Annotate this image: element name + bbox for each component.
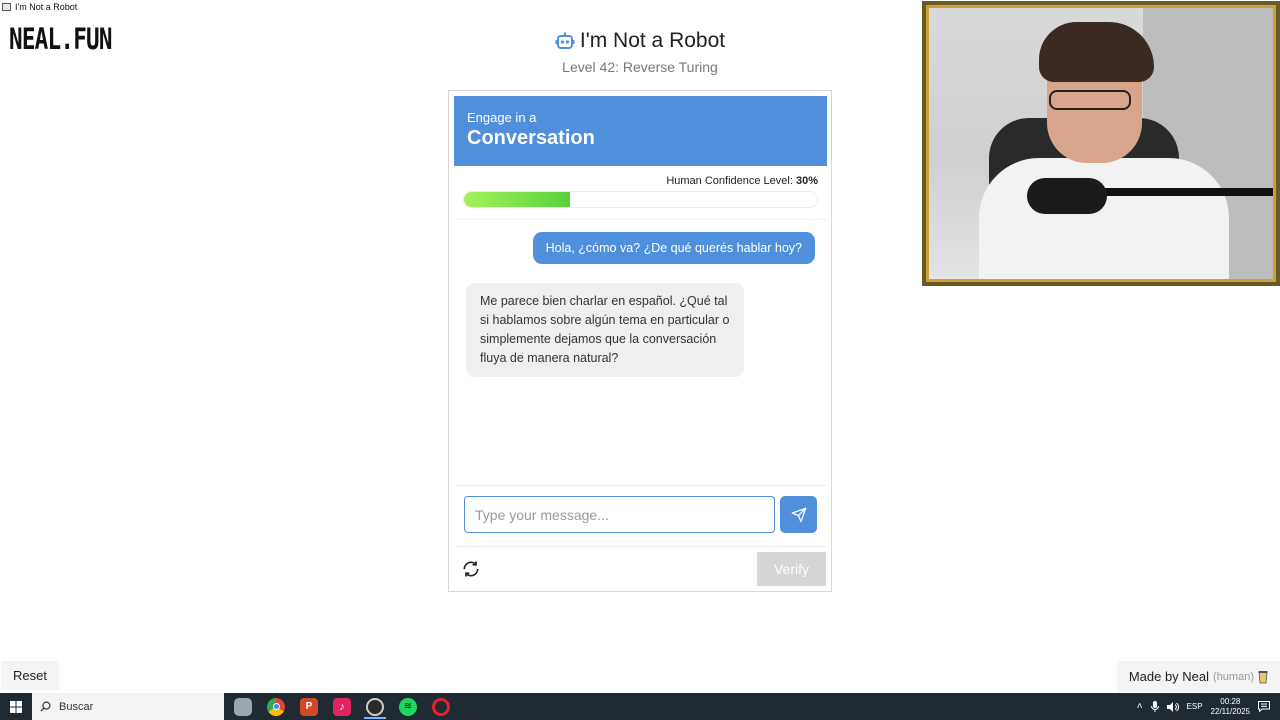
webcam-video (926, 5, 1276, 282)
window-title-bar: I'm Not a Robot (0, 0, 77, 14)
message-input[interactable] (464, 496, 775, 533)
taskbar-search-placeholder: Buscar (59, 700, 94, 713)
refresh-button[interactable] (459, 557, 483, 581)
bot-message: Me parece bien charlar en español. ¿Qué … (466, 283, 744, 377)
game-title-text: I'm Not a Robot (579, 29, 726, 52)
robot-icon (555, 32, 575, 49)
tiktok-icon[interactable]: ♪ (333, 697, 351, 716)
made-by-credit[interactable]: Made by Neal (human) (1116, 661, 1280, 692)
taskbar-apps: P ♪ ≋ (234, 697, 450, 719)
verify-button[interactable]: Verify (757, 552, 826, 586)
volume-icon[interactable] (1166, 701, 1179, 712)
window-title: I'm Not a Robot (15, 2, 78, 12)
windows-taskbar: Buscar P ♪ ≋ ˄ ESP 00:28 22/11/2025 (0, 693, 1280, 720)
clock-date: 22/11/2025 (1210, 706, 1250, 716)
instruction-banner: Engage in a Conversation (454, 96, 827, 166)
user-message: Hola, ¿cómo va? ¿De qué querés hablar ho… (532, 232, 815, 264)
send-button[interactable] (780, 496, 817, 533)
system-tray: ˄ ESP 00:28 22/11/2025 (1137, 693, 1280, 720)
start-button[interactable] (0, 693, 32, 720)
confidence-label: Human Confidence Level: 30% (666, 175, 818, 187)
language-indicator[interactable]: ESP (1187, 702, 1203, 711)
chat-log: Hola, ¿cómo va? ¿De qué querés hablar ho… (454, 219, 827, 485)
refresh-icon (463, 561, 479, 577)
clock-time: 00:28 (1220, 696, 1241, 706)
made-by-human: (human) (1213, 670, 1254, 683)
reset-button[interactable]: Reset (1, 661, 59, 690)
powerpoint-icon[interactable]: P (300, 697, 318, 716)
window-icon (2, 3, 11, 11)
made-by-text: Made by Neal (1128, 669, 1210, 684)
webcam-overlay (922, 1, 1280, 286)
microphone-icon[interactable] (1150, 701, 1159, 712)
taskbar-search[interactable]: Buscar (32, 693, 224, 720)
message-composer (454, 485, 827, 547)
send-icon (791, 507, 806, 522)
captcha-card: Engage in a Conversation Human Confidenc… (448, 90, 832, 592)
coffee-cup-icon (1258, 670, 1268, 683)
confidence-progress-bar (463, 191, 818, 208)
chevron-up-icon[interactable]: ˄ (1137, 701, 1143, 712)
confidence-value: 30% (795, 175, 818, 187)
banner-subtitle: Engage in a (467, 110, 537, 125)
obs-icon[interactable] (364, 697, 386, 719)
confidence-progress-fill (464, 192, 570, 207)
confidence-label-text: Human Confidence Level: (666, 175, 793, 187)
taskbar-clock[interactable]: 00:28 22/11/2025 (1211, 697, 1250, 717)
windows-icon (10, 700, 22, 713)
banner-title: Conversation (467, 127, 595, 149)
spotify-icon[interactable]: ≋ (399, 697, 417, 716)
chrome-icon[interactable] (267, 697, 285, 716)
notification-icon[interactable] (1258, 701, 1270, 712)
opera-icon[interactable] (432, 697, 450, 716)
search-icon (40, 701, 51, 712)
shield-app-icon[interactable] (234, 697, 252, 716)
